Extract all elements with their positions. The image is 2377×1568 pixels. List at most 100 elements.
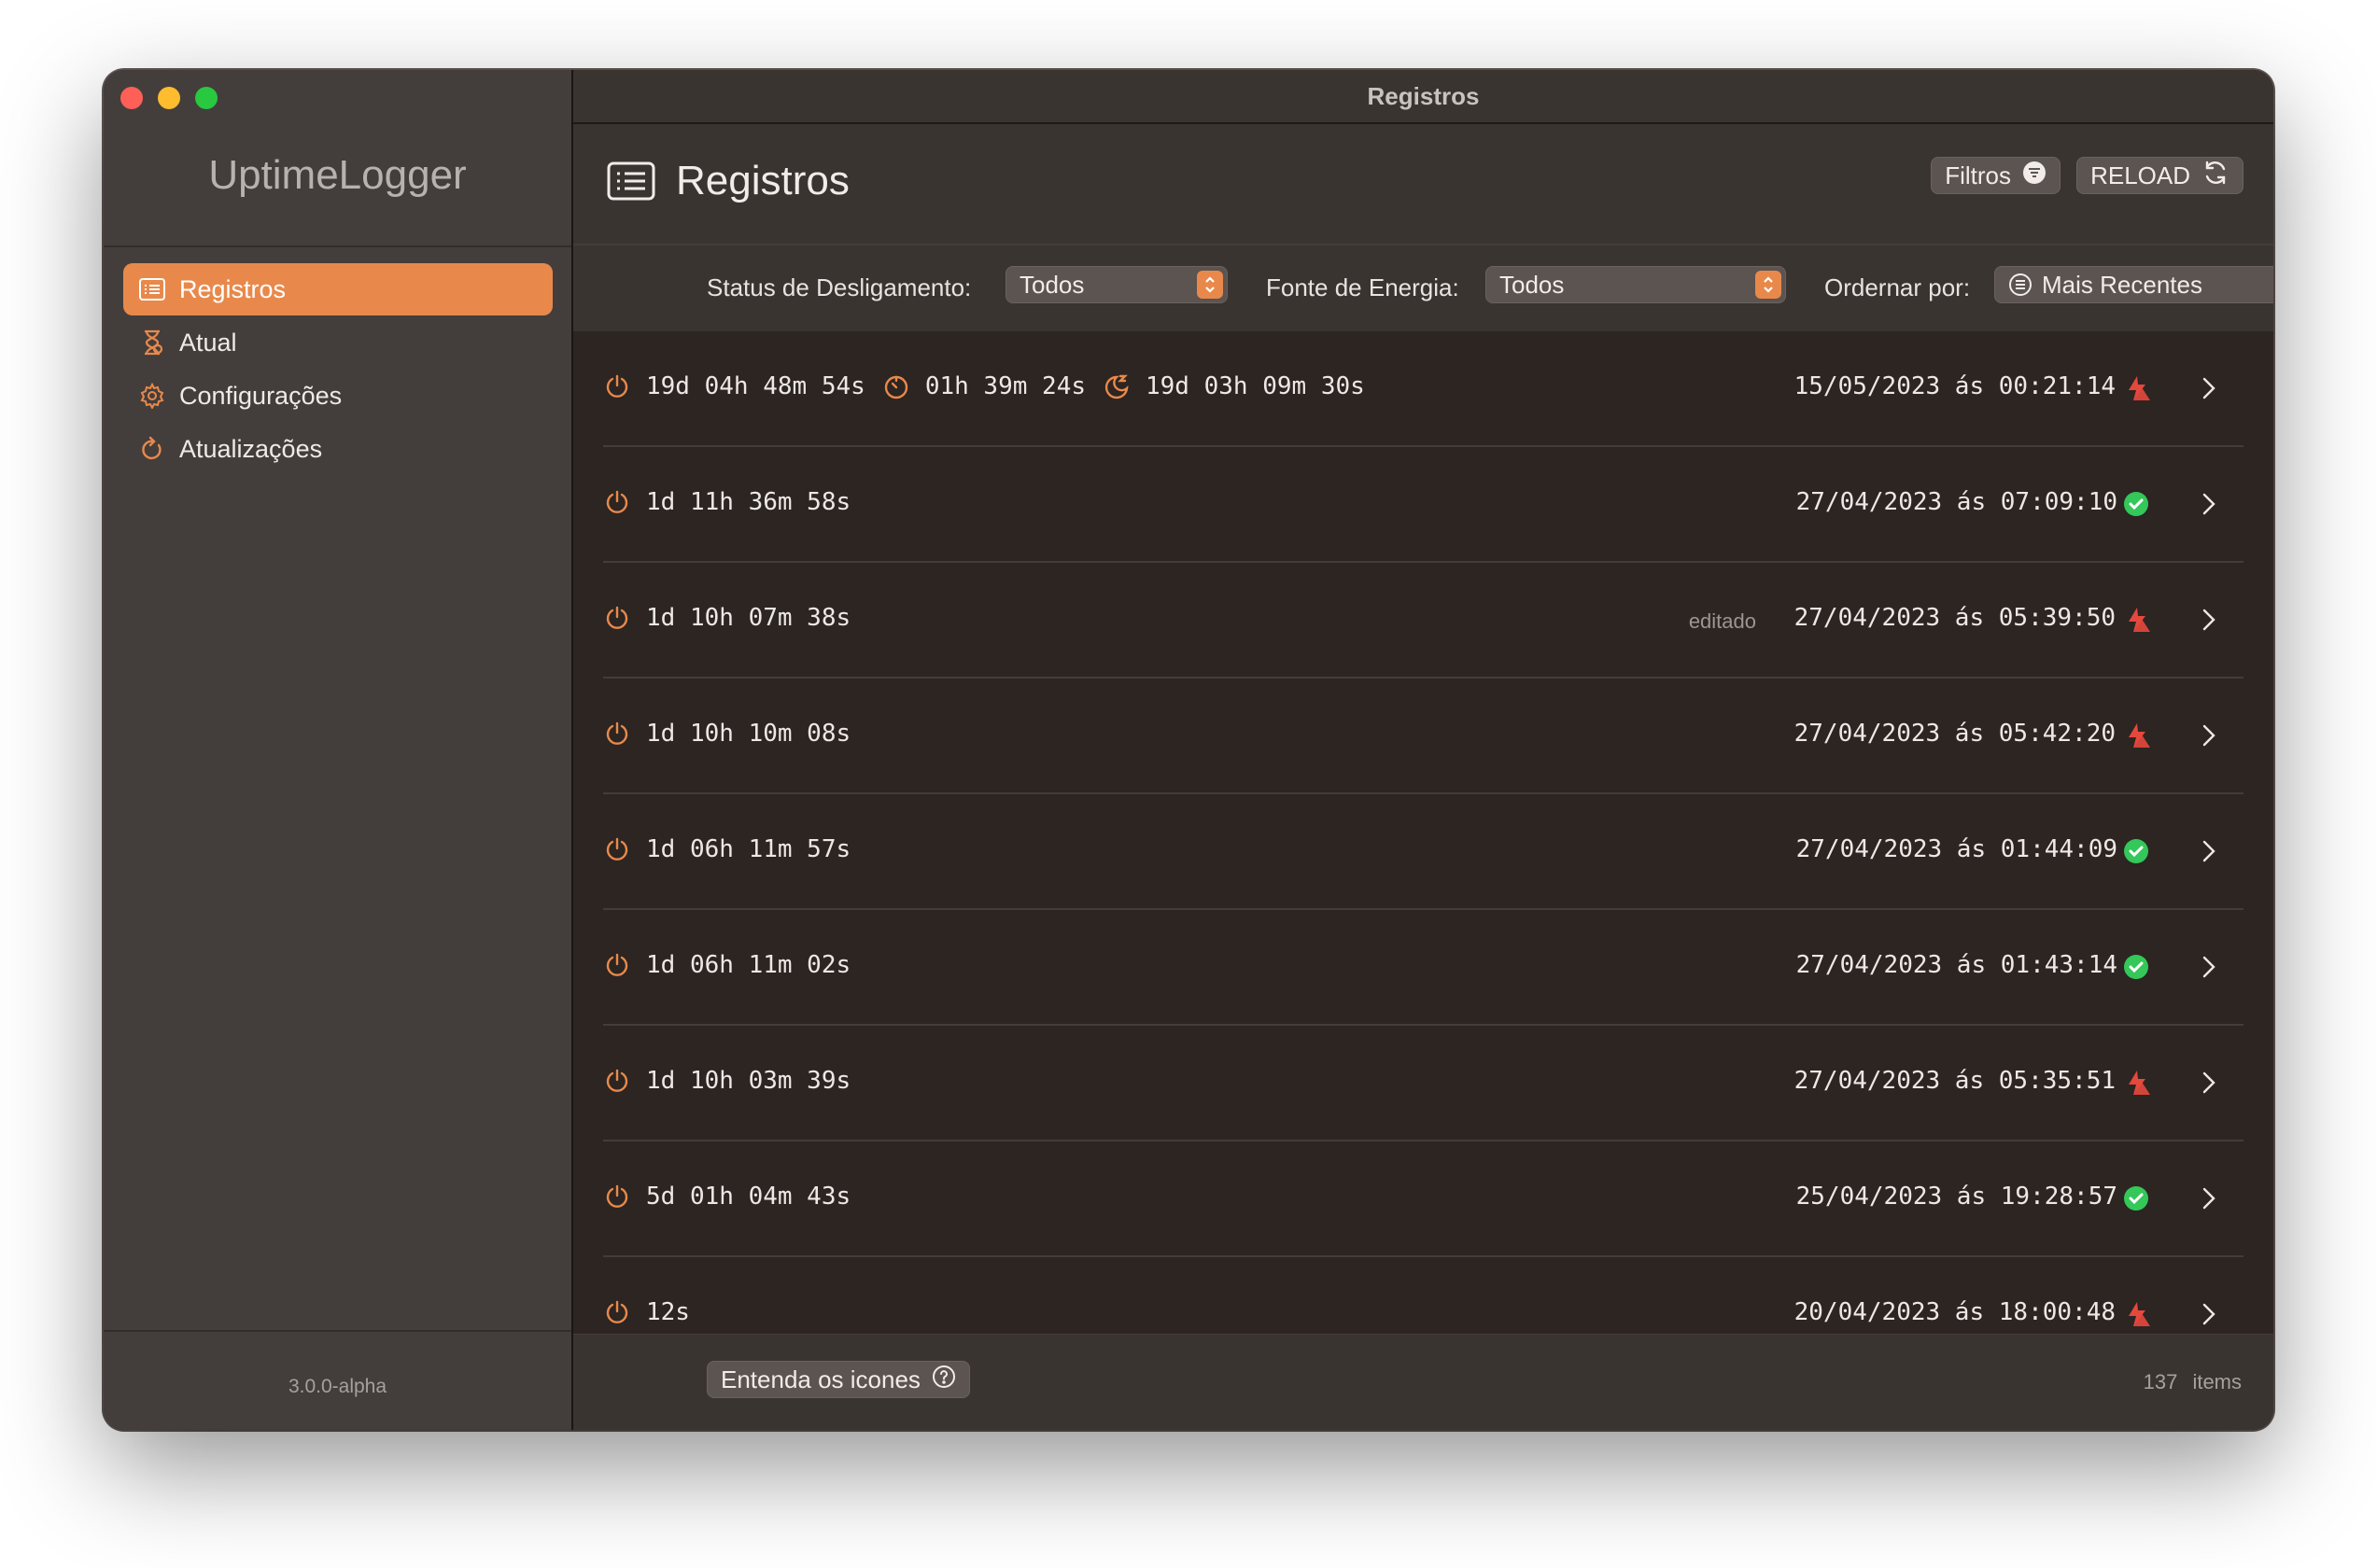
filter-icon xyxy=(2022,161,2046,191)
sleep-time-value: 19d 03h 09m 30s xyxy=(1146,372,1365,400)
uptime-info: 1d 06h 11m 02s xyxy=(603,951,851,979)
sidebar-item-atual[interactable]: Atual xyxy=(123,316,553,369)
app-window: UptimeLogger Registros Atual Configuraçõ… xyxy=(104,70,2273,1430)
checkmark-icon xyxy=(2122,953,2150,981)
power-source-select[interactable]: Todos xyxy=(1485,266,1786,303)
uptime-info: 1d 10h 10m 08s xyxy=(603,720,851,748)
shutdown-status-select[interactable]: Todos xyxy=(1006,266,1228,303)
chevron-updown-icon xyxy=(1197,271,1223,299)
power-icon xyxy=(603,604,631,632)
icon-legend-label: Entenda os icones xyxy=(721,1365,921,1393)
chevron-right-icon[interactable] xyxy=(2199,839,2217,863)
filters-button[interactable]: Filtros xyxy=(1931,157,2061,194)
record-date: 27/04/2023 ás 05:39:50 xyxy=(1793,604,2116,632)
uptime-info: 1d 10h 07m 38s xyxy=(603,604,851,632)
power-icon xyxy=(603,1067,631,1095)
sort-select[interactable]: Mais Recentes xyxy=(1994,266,2273,303)
list-item[interactable]: 1d 10h 03m 39s 27/04/2023 ás 05:35:51 xyxy=(573,1026,2273,1141)
chevron-right-icon[interactable] xyxy=(2199,608,2217,632)
sidebar-item-registros[interactable]: Registros xyxy=(123,263,553,315)
record-date: 25/04/2023 ás 19:28:57 xyxy=(1795,1183,2117,1211)
list-item[interactable]: 1d 06h 11m 57s 27/04/2023 ás 01:44:09 xyxy=(573,794,2273,910)
uptime-value: 1d 10h 03m 39s xyxy=(646,1067,851,1095)
sort-icon xyxy=(2008,273,2032,297)
sidebar-item-label: Atualizações xyxy=(179,434,323,463)
sidebar-bottom-divider xyxy=(104,1330,571,1332)
timer-icon xyxy=(882,372,910,400)
list-item[interactable]: 1d 10h 07m 38s editado 27/04/2023 ás 05:… xyxy=(573,563,2273,679)
icon-legend-button[interactable]: Entenda os icones xyxy=(707,1361,970,1398)
sort-value: Mais Recentes xyxy=(2042,270,2202,299)
zoom-window-button[interactable] xyxy=(195,87,218,109)
power-icon xyxy=(603,1298,631,1326)
uptime-info: 5d 01h 04m 43s xyxy=(603,1183,851,1211)
list-item[interactable]: 5d 01h 04m 43s 25/04/2023 ás 19:28:57 xyxy=(573,1141,2273,1257)
sidebar-item-atualizacoes[interactable]: Atualizações xyxy=(123,423,553,475)
chevron-right-icon[interactable] xyxy=(2199,1071,2217,1095)
list-item[interactable]: 1d 10h 10m 08s 27/04/2023 ás 05:42:20 xyxy=(573,679,2273,794)
list-item[interactable]: 1d 11h 36m 58s 27/04/2023 ás 07:09:10 xyxy=(573,447,2273,563)
uptime-info: 19d 04h 48m 54s 01h 39m 24s 19d 03h 09m … xyxy=(603,372,1382,400)
sidebar-nav: Registros Atual Configurações Atualizaçõ… xyxy=(123,263,553,476)
power-outage-icon xyxy=(2124,721,2152,749)
power-outage-icon xyxy=(2124,1069,2152,1097)
minimize-window-button[interactable] xyxy=(158,87,180,109)
uptime-value: 1d 06h 11m 02s xyxy=(646,951,851,979)
sidebar-item-label: Atual xyxy=(179,328,237,357)
list-item[interactable]: 19d 04h 48m 54s 01h 39m 24s 19d 03h 09m … xyxy=(573,331,2273,447)
uptime-value: 1d 10h 07m 38s xyxy=(646,604,851,632)
uptime-value: 1d 06h 11m 57s xyxy=(646,835,851,863)
uptime-info: 1d 10h 03m 39s xyxy=(603,1067,851,1095)
page-title: Registros xyxy=(676,158,850,203)
reload-button[interactable]: RELOAD xyxy=(2076,157,2243,194)
uptime-value: 1d 10h 10m 08s xyxy=(646,720,851,748)
chevron-right-icon[interactable] xyxy=(2199,376,2217,400)
reload-icon xyxy=(2201,160,2229,192)
list-icon xyxy=(138,275,166,303)
app-name: UptimeLogger xyxy=(208,152,467,198)
list-item[interactable]: 12s 20/04/2023 ás 18:00:48 xyxy=(573,1257,2273,1335)
item-count-value: 137 xyxy=(2143,1370,2178,1393)
version-label: 3.0.0-alpha xyxy=(288,1376,387,1397)
reload-button-label: RELOAD xyxy=(2090,161,2190,189)
help-icon xyxy=(932,1365,956,1395)
sidebar-divider xyxy=(104,245,571,247)
records-list: 19d 04h 48m 54s 01h 39m 24s 19d 03h 09m … xyxy=(573,331,2273,1335)
uptime-info: 1d 06h 11m 57s xyxy=(603,835,851,863)
chevron-right-icon[interactable] xyxy=(2199,492,2217,516)
uptime-info: 12s xyxy=(603,1298,690,1326)
power-outage-icon xyxy=(2124,1300,2152,1328)
power-icon xyxy=(603,1183,631,1211)
chevron-right-icon[interactable] xyxy=(2199,1302,2217,1326)
power-icon xyxy=(603,835,631,863)
sidebar-item-label: Registros xyxy=(179,274,287,303)
edited-label: editado xyxy=(1688,609,1756,633)
power-icon xyxy=(603,488,631,516)
main-panel: Registros Registros Filtros RELOAD Statu… xyxy=(573,70,2273,1430)
footer-bar: Entenda os icones 137 items xyxy=(573,1334,2273,1430)
close-window-button[interactable] xyxy=(120,87,143,109)
uptime-info: 1d 11h 36m 58s xyxy=(603,488,851,516)
shutdown-status-value: Todos xyxy=(1020,270,1085,299)
uptime-value: 1d 11h 36m 58s xyxy=(646,488,851,516)
checkmark-icon xyxy=(2122,1184,2150,1212)
window-title: Registros xyxy=(573,70,2273,124)
list-item[interactable]: 1d 06h 11m 02s 27/04/2023 ás 01:43:14 xyxy=(573,910,2273,1026)
sidebar-item-label: Configurações xyxy=(179,381,343,410)
active-time-value: 01h 39m 24s xyxy=(924,372,1086,400)
record-date: 27/04/2023 ás 05:42:20 xyxy=(1793,720,2116,748)
item-count: 137 items xyxy=(2144,1370,2242,1394)
uptime-value: 5d 01h 04m 43s xyxy=(646,1183,851,1211)
sidebar-item-configuracoes[interactable]: Configurações xyxy=(123,370,553,422)
gear-icon xyxy=(138,382,166,410)
filter-bar: Status de Desligamento: Todos Fonte de E… xyxy=(573,245,2273,331)
chevron-right-icon[interactable] xyxy=(2199,955,2217,979)
record-date: 27/04/2023 ás 01:44:09 xyxy=(1795,835,2117,863)
uptime-value: 12s xyxy=(646,1298,690,1326)
item-count-unit: items xyxy=(2192,1370,2242,1393)
record-date: 27/04/2023 ás 05:35:51 xyxy=(1793,1067,2116,1095)
chevron-right-icon[interactable] xyxy=(2199,1186,2217,1211)
power-outage-icon xyxy=(2124,606,2152,634)
chevron-right-icon[interactable] xyxy=(2199,723,2217,748)
record-date: 27/04/2023 ás 07:09:10 xyxy=(1795,488,2117,516)
